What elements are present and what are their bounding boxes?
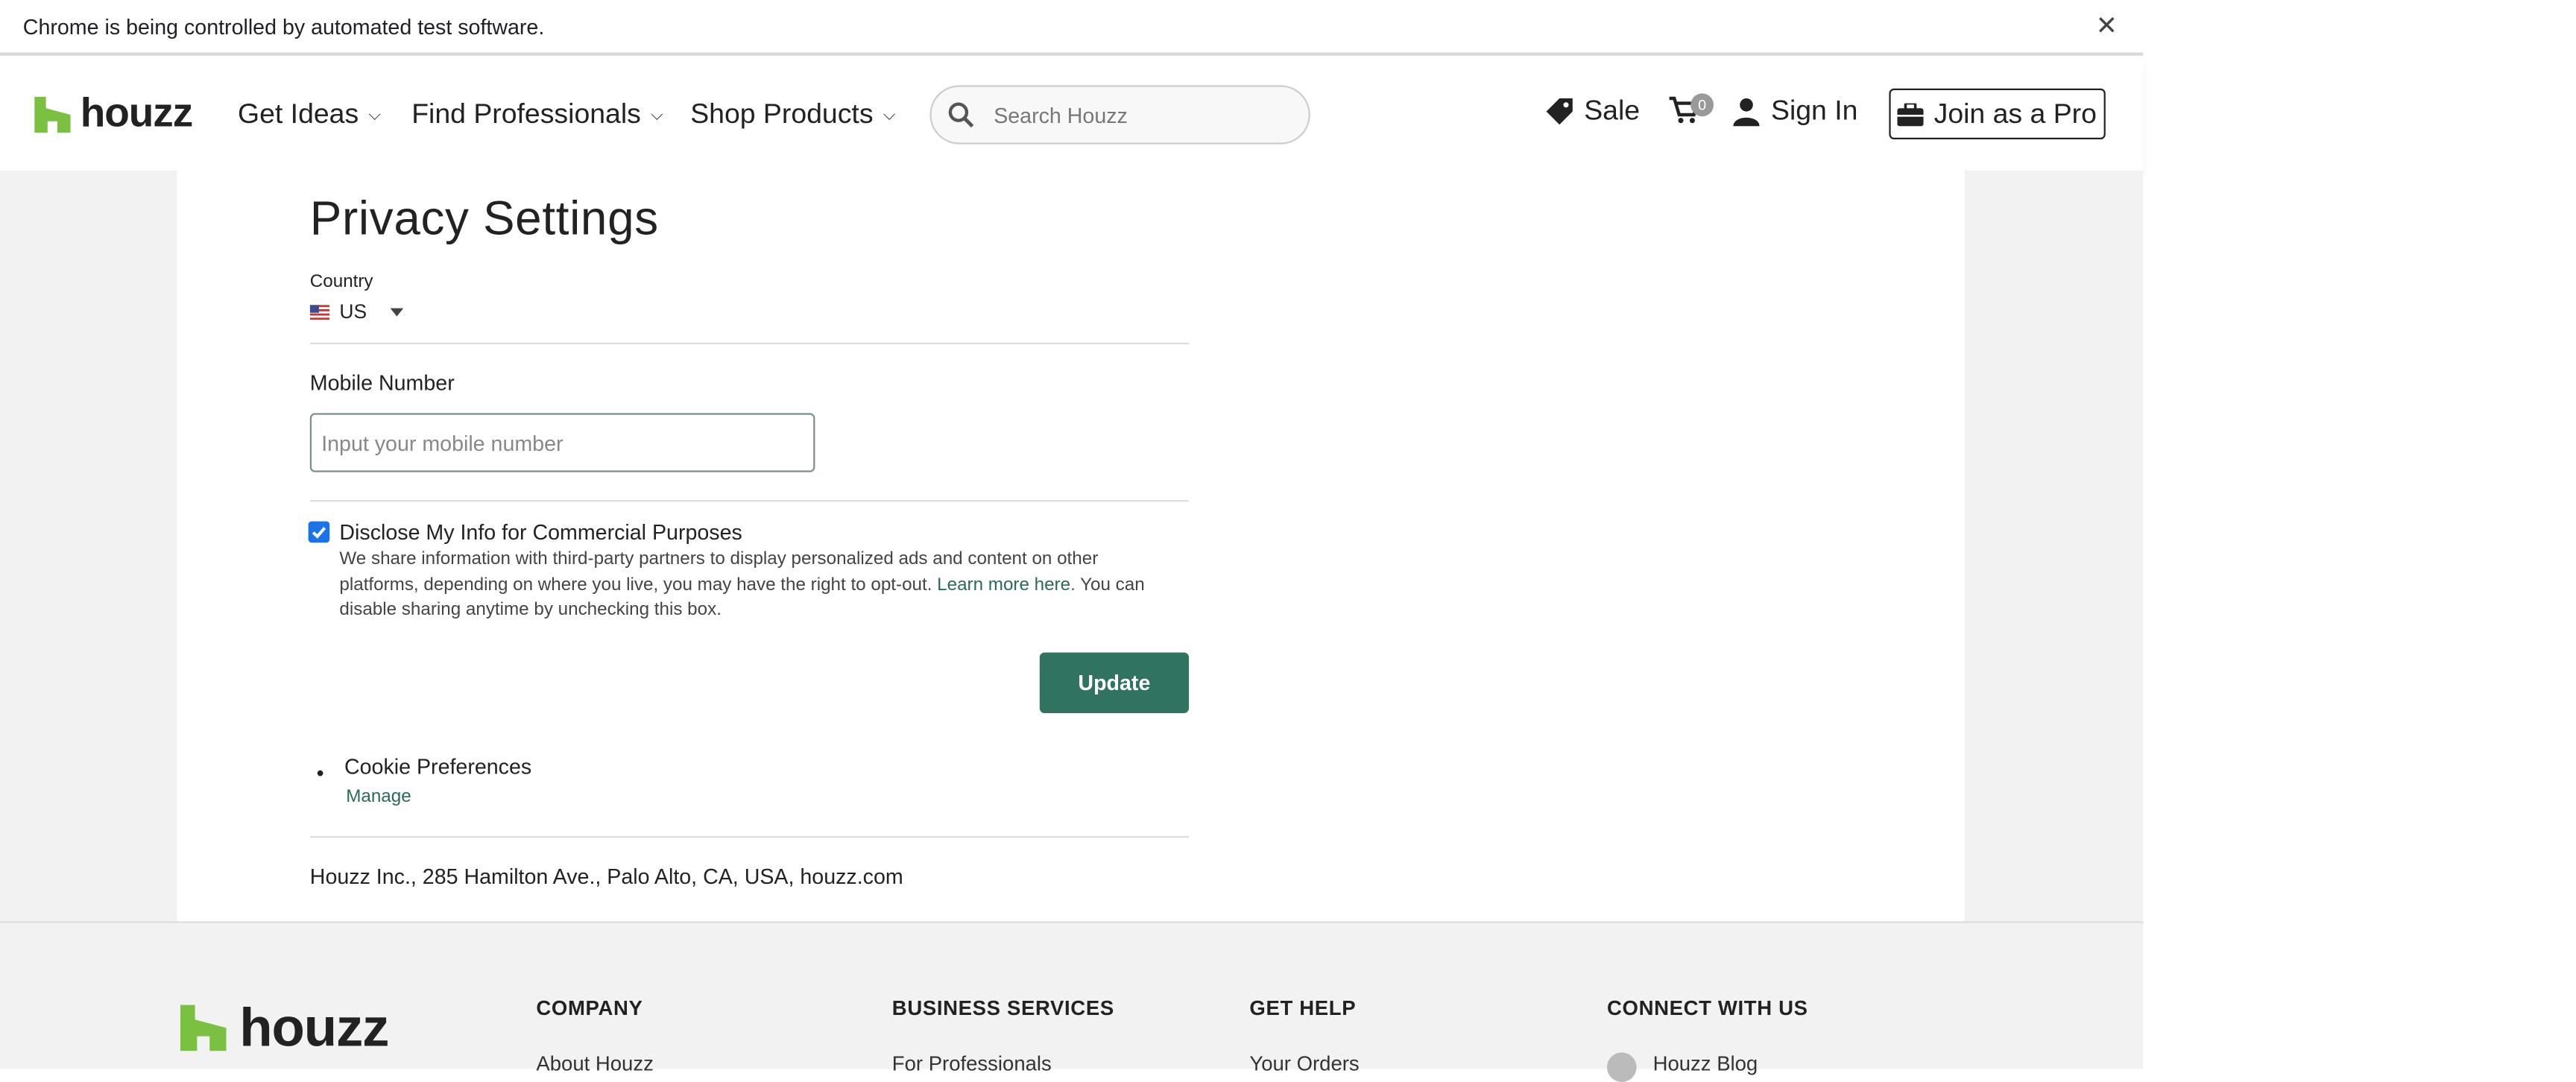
tag-icon bbox=[1546, 98, 1573, 125]
checkmark-icon bbox=[312, 527, 326, 539]
footer-column-title: BUSINESS SERVICES bbox=[891, 996, 1114, 1020]
nav-get-ideas[interactable]: Get Ideas ⌵ bbox=[238, 98, 381, 131]
us-flag-icon bbox=[309, 304, 330, 319]
divider bbox=[309, 500, 1189, 502]
nav-shop-products[interactable]: Shop Products ⌵ bbox=[690, 98, 895, 131]
cookie-preferences-label: Cookie Preferences bbox=[344, 754, 532, 779]
chevron-down-icon: ⌵ bbox=[368, 105, 382, 124]
country-value: US bbox=[339, 300, 367, 323]
sign-in-link[interactable]: Sign In bbox=[1731, 95, 1857, 128]
houzz-logo-icon bbox=[180, 1005, 227, 1051]
join-label: Join as a Pro bbox=[1933, 97, 2097, 129]
search-placeholder: Search Houzz bbox=[994, 103, 1128, 128]
disclose-checkbox[interactable] bbox=[308, 521, 330, 543]
nav-label: Shop Products bbox=[690, 98, 874, 130]
nav-label: Get Ideas bbox=[238, 98, 359, 130]
page-title: Privacy Settings bbox=[309, 193, 659, 246]
right-blank-area bbox=[2143, 0, 2576, 1069]
chevron-down-icon: ⌵ bbox=[651, 105, 663, 124]
user-icon bbox=[1733, 98, 1760, 127]
footer-link[interactable]: About Houzz bbox=[536, 1052, 653, 1075]
manage-cookies-link[interactable]: Manage bbox=[346, 787, 411, 806]
update-button[interactable]: Update bbox=[1039, 652, 1189, 713]
caret-down-icon bbox=[389, 307, 403, 316]
learn-more-link[interactable]: Learn more here. bbox=[937, 575, 1076, 594]
country-select[interactable]: US bbox=[309, 300, 403, 323]
infobar-text: Chrome is being controlled by automated … bbox=[22, 14, 545, 39]
sign-in-label: Sign In bbox=[1771, 95, 1858, 127]
company-address: Houzz Inc., 285 Hamilton Ave., Palo Alto… bbox=[309, 864, 903, 889]
sale-link[interactable]: Sale bbox=[1544, 95, 1640, 128]
logo-text: houzz bbox=[80, 90, 193, 136]
footer-column-title: GET HELP bbox=[1249, 996, 1357, 1020]
site-header: houzz Get Ideas ⌵ Find Professionals ⌵ S… bbox=[0, 59, 2144, 171]
sale-label: Sale bbox=[1584, 95, 1641, 127]
country-label: Country bbox=[309, 272, 373, 292]
search-input[interactable]: Search Houzz bbox=[929, 85, 1310, 145]
briefcase-icon bbox=[1898, 102, 1925, 126]
blog-icon bbox=[1607, 1052, 1637, 1082]
footer-link[interactable]: For Professionals bbox=[892, 1052, 1052, 1075]
automation-infobar: Chrome is being controlled by automated … bbox=[0, 0, 2144, 56]
chevron-down-icon: ⌵ bbox=[883, 105, 896, 124]
footer-logo-text: houzz bbox=[239, 996, 389, 1057]
footer-column-title: COMPANY bbox=[536, 996, 643, 1020]
disclose-label: Disclose My Info for Commercial Purposes bbox=[339, 519, 742, 545]
houzz-logo-icon bbox=[34, 95, 71, 133]
mobile-number-label: Mobile Number bbox=[309, 370, 455, 396]
footer-link[interactable]: Your Orders bbox=[1249, 1052, 1359, 1075]
mobile-number-input[interactable] bbox=[309, 413, 815, 472]
divider bbox=[309, 342, 1189, 344]
close-icon[interactable]: ✕ bbox=[2096, 10, 2118, 42]
disclose-description: We share information with third-party pa… bbox=[339, 548, 1178, 624]
divider bbox=[309, 836, 1189, 838]
search-icon bbox=[948, 102, 974, 128]
houzz-logo[interactable]: houzz bbox=[34, 90, 193, 138]
cart-count-badge: 0 bbox=[1690, 93, 1714, 117]
nav-label: Find Professionals bbox=[411, 98, 641, 130]
footer-link[interactable]: Houzz Blog bbox=[1653, 1052, 1758, 1075]
bullet-icon: • bbox=[316, 760, 324, 785]
nav-find-professionals[interactable]: Find Professionals ⌵ bbox=[411, 98, 663, 131]
footer-houzz-logo[interactable]: houzz bbox=[180, 996, 389, 1060]
content-panel bbox=[177, 170, 1965, 922]
join-as-pro-button[interactable]: Join as a Pro bbox=[1889, 88, 2106, 139]
footer-column-title: CONNECT WITH US bbox=[1607, 996, 1808, 1020]
